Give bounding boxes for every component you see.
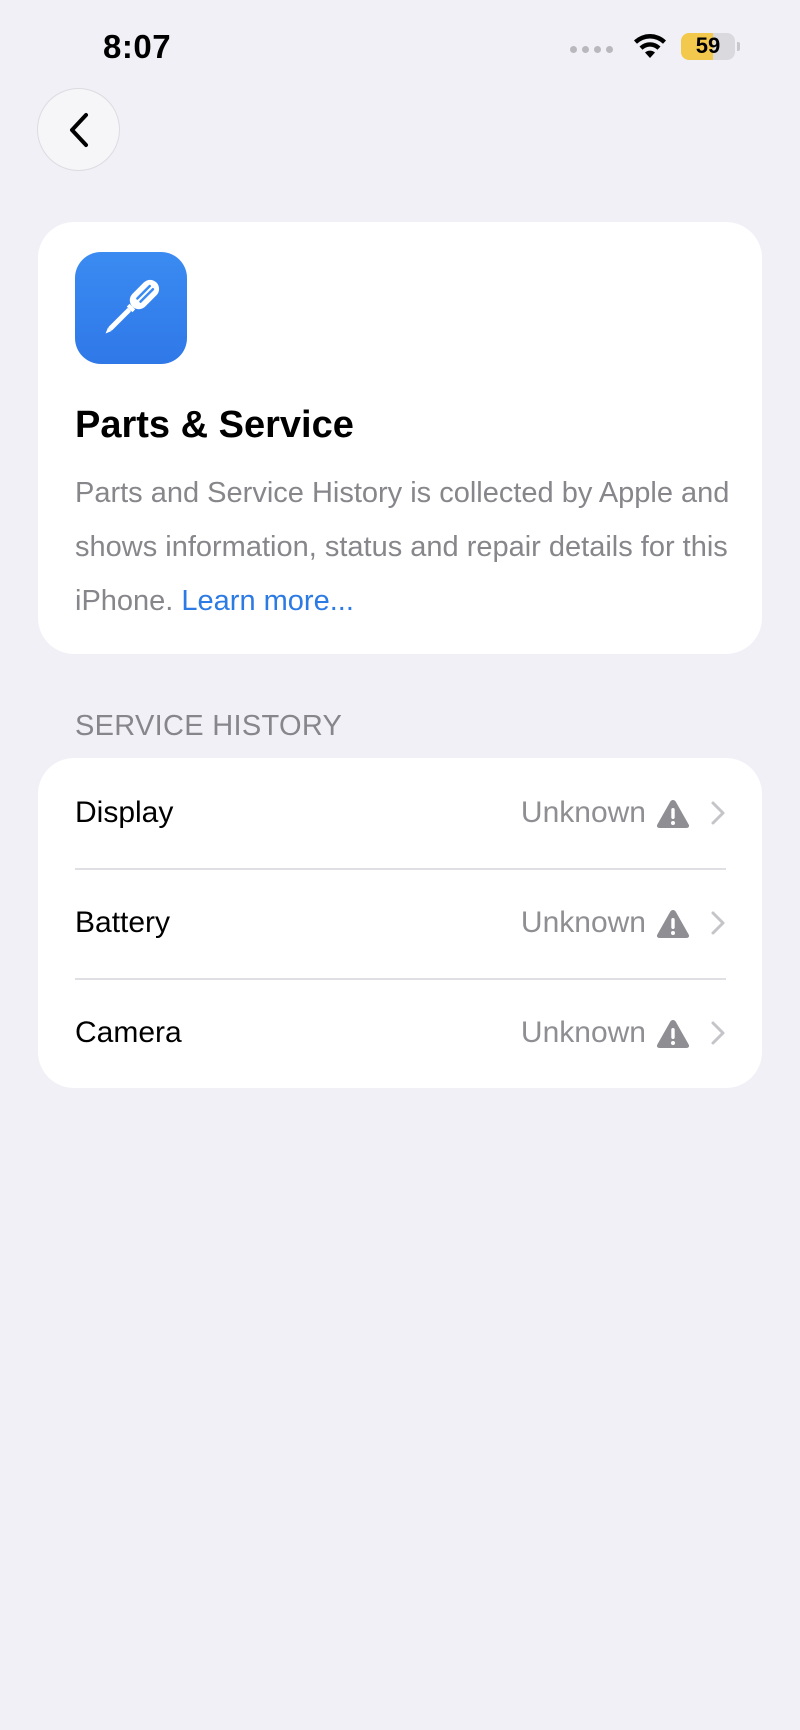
service-row-status: Unknown	[520, 1016, 646, 1049]
service-row-display[interactable]: Display Unknown	[38, 758, 762, 868]
service-row-label: Camera	[75, 1016, 182, 1049]
service-row-label: Battery	[75, 906, 171, 939]
status-indicators: 59	[570, 32, 740, 60]
description-text: Parts and Service History is collected b…	[75, 477, 730, 617]
chevron-right-icon	[711, 911, 725, 935]
chevron-right-icon	[711, 1021, 725, 1045]
back-button[interactable]	[37, 88, 120, 171]
screwdriver-icon	[75, 252, 187, 364]
battery-tip	[737, 41, 740, 51]
wifi-icon	[634, 34, 666, 58]
battery-indicator: 59	[681, 32, 740, 60]
page-description: Parts and Service History is collected b…	[75, 466, 735, 628]
status-time: 8:07	[103, 28, 172, 65]
service-row-camera[interactable]: Camera Unknown	[38, 978, 762, 1088]
parts-service-info-card: Parts & Service Parts and Service Histor…	[38, 222, 762, 654]
cellular-signal-icon	[570, 45, 613, 53]
warning-icon	[656, 909, 690, 938]
learn-more-link[interactable]: Learn more...	[181, 585, 353, 617]
warning-icon	[656, 1019, 690, 1048]
service-row-status: Unknown	[520, 796, 646, 829]
service-history-list: Display Unknown Battery Unknown Camera U…	[38, 758, 762, 1088]
page-title: Parts & Service	[75, 404, 354, 446]
service-row-label: Display	[75, 796, 174, 829]
service-row-battery[interactable]: Battery Unknown	[38, 868, 762, 978]
battery-level: 59	[681, 32, 735, 60]
chevron-left-icon	[69, 112, 88, 147]
service-row-status: Unknown	[520, 906, 646, 939]
parts-and-service-screen: 8:07 59 Parts & Service Parts and Servic…	[0, 0, 800, 1730]
warning-icon	[656, 799, 690, 828]
chevron-right-icon	[711, 801, 725, 825]
service-history-section-title: SERVICE HISTORY	[75, 710, 343, 742]
